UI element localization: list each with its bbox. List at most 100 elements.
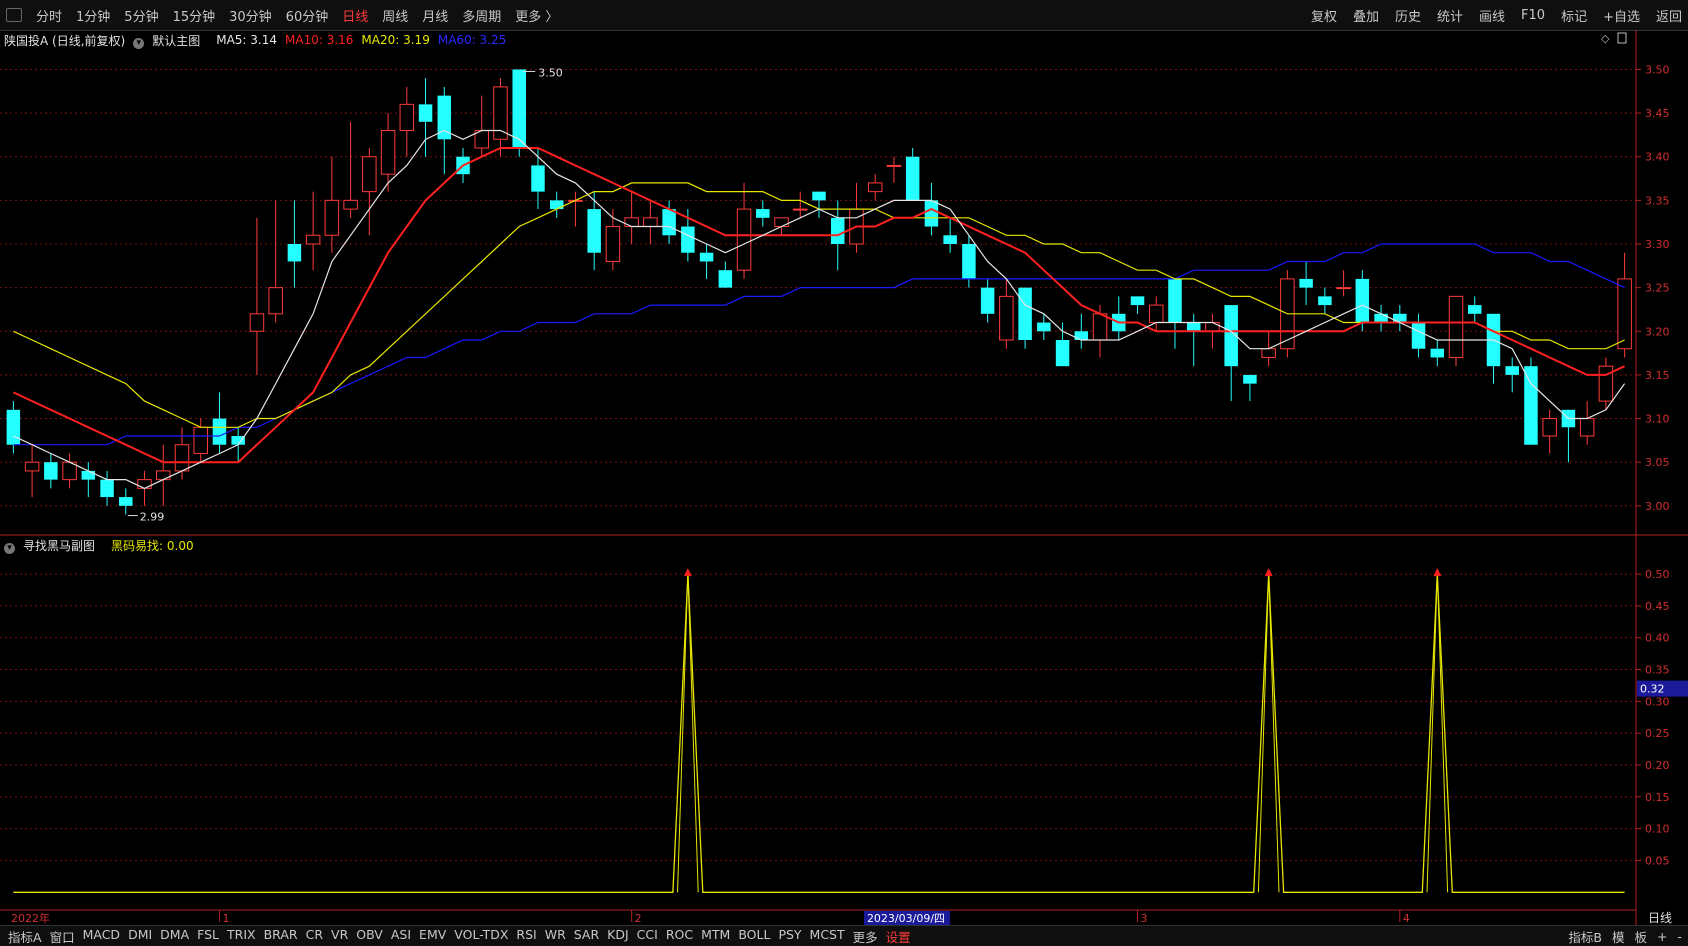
candle-body-down bbox=[1299, 278, 1313, 288]
candle-body-down bbox=[1411, 322, 1426, 349]
indicator-tab[interactable]: OBV bbox=[356, 927, 383, 946]
indicator-tab[interactable]: MACD bbox=[83, 927, 120, 946]
candle-body-up bbox=[305, 234, 321, 245]
indicator-tab[interactable]: TRIX bbox=[227, 927, 256, 946]
candle-body-up bbox=[380, 130, 396, 175]
indicator-tick-label: 0.20 bbox=[1645, 759, 1670, 772]
indicator-tab[interactable]: CCI bbox=[637, 927, 658, 946]
candle-body-down bbox=[1168, 278, 1182, 323]
indicator-tab[interactable]: BOLL bbox=[738, 927, 770, 946]
candle-body-down bbox=[1468, 305, 1482, 314]
date-tick-label: 3 bbox=[1141, 912, 1148, 925]
period-label: 日线 bbox=[1648, 911, 1672, 925]
main-grid bbox=[0, 68, 1688, 536]
ma20-line bbox=[13, 182, 1625, 428]
candle-body-down bbox=[1243, 374, 1257, 384]
bottom-right-button[interactable]: 板 bbox=[1634, 927, 1647, 946]
price-tick-label: 3.30 bbox=[1645, 238, 1670, 251]
candle-body-up bbox=[999, 295, 1014, 341]
price-tick-label: 3.10 bbox=[1645, 413, 1670, 426]
indicator-tab[interactable]: WR bbox=[545, 927, 566, 946]
candle-body-down bbox=[718, 270, 733, 288]
high-price-label: 3.50 bbox=[538, 66, 563, 79]
bottom-right-button[interactable]: 模 bbox=[1612, 927, 1625, 946]
indicator-tick-label: 0.50 bbox=[1645, 568, 1670, 581]
candle-body-up bbox=[1148, 304, 1164, 324]
candle-body-down bbox=[681, 226, 695, 253]
window-icon[interactable] bbox=[1617, 32, 1627, 44]
candle-body-up bbox=[1092, 313, 1108, 341]
kline-chart[interactable]: 3.50 3.45 3.40 3.35 3.30 3.25 3.20 3.15 3.10 3.05… bbox=[0, 0, 1688, 925]
diamond-icon[interactable]: ◇ bbox=[1601, 32, 1610, 45]
candle-body-down bbox=[1055, 340, 1070, 367]
candle-body-down bbox=[119, 497, 133, 506]
candle-body-down bbox=[699, 252, 714, 262]
indicator-tick-label: 0.30 bbox=[1645, 695, 1670, 708]
bottom-right-button[interactable]: + bbox=[1657, 929, 1667, 944]
indicator-tab[interactable]: VOL-TDX bbox=[454, 927, 508, 946]
indicator-tab[interactable]: CR bbox=[306, 927, 323, 946]
price-tick-label: 3.00 bbox=[1645, 500, 1670, 513]
indicator-tab[interactable]: VR bbox=[331, 927, 348, 946]
candle-body-up bbox=[886, 164, 902, 167]
indicator-tick-label: 0.05 bbox=[1645, 854, 1670, 867]
indicator-tab[interactable]: FSL bbox=[197, 927, 219, 946]
candle-body-up bbox=[174, 444, 190, 472]
indicator-tab[interactable]: ROC bbox=[666, 927, 693, 946]
signal-arrow bbox=[1433, 568, 1442, 577]
candle-body-up bbox=[493, 86, 508, 140]
candle-body-up bbox=[605, 226, 621, 262]
ma5-line bbox=[13, 129, 1626, 490]
indicator-tab[interactable]: SAR bbox=[574, 927, 599, 946]
ma-lines bbox=[12, 129, 1626, 490]
candle-body-up bbox=[1598, 365, 1614, 402]
candle-body-down bbox=[6, 409, 21, 445]
candle-body-down bbox=[924, 200, 939, 227]
bottom-right-button[interactable]: 指标B bbox=[1568, 927, 1602, 946]
indicator-tab[interactable]: KDJ bbox=[607, 927, 629, 946]
indicator-tab[interactable]: DMA bbox=[160, 927, 189, 946]
candle-body-down bbox=[531, 165, 545, 192]
indicator-tab[interactable]: 指标A bbox=[8, 927, 42, 946]
candle-body-down bbox=[980, 287, 995, 314]
candle-body-up bbox=[643, 217, 658, 228]
indicator-tick-label: 0.25 bbox=[1645, 727, 1670, 740]
indicator-tick-label: 0.45 bbox=[1645, 600, 1670, 613]
indicator-lines bbox=[13, 568, 1625, 893]
candle-body-down bbox=[943, 235, 957, 244]
indicator-tab[interactable]: EMV bbox=[419, 927, 446, 946]
candle-body-up bbox=[1205, 322, 1220, 332]
candle-body-down bbox=[1374, 313, 1388, 323]
indicator-tab[interactable]: MTM bbox=[701, 927, 730, 946]
candle-body-down bbox=[830, 217, 845, 244]
candle-body-up bbox=[249, 313, 265, 332]
candle-body-up bbox=[1542, 418, 1557, 437]
signal-arrow bbox=[683, 568, 692, 577]
indicator-tab[interactable]: PSY bbox=[778, 927, 801, 946]
candle-body-down bbox=[212, 418, 227, 445]
candle-body-down bbox=[1037, 322, 1051, 332]
candles bbox=[6, 69, 1632, 515]
signal-arrow bbox=[1264, 568, 1273, 577]
indicator-tab[interactable]: RSI bbox=[516, 927, 536, 946]
candle-body-up bbox=[624, 217, 639, 228]
indicator-tab[interactable]: MCST bbox=[810, 927, 845, 946]
date-tick-label: 4 bbox=[1403, 912, 1410, 925]
indicator-tab[interactable]: 设置 bbox=[886, 927, 911, 946]
indicator-tab[interactable]: ASI bbox=[391, 927, 411, 946]
candle-body-down bbox=[1505, 366, 1519, 375]
candle-body-down bbox=[1430, 348, 1445, 358]
price-tick-label: 3.15 bbox=[1645, 369, 1670, 382]
indicator-tab[interactable]: 窗口 bbox=[50, 927, 75, 946]
candle-body-down bbox=[44, 462, 58, 480]
bottom-right-button[interactable]: - bbox=[1677, 929, 1682, 944]
indicator-tick-label: 0.35 bbox=[1645, 664, 1670, 677]
candle-body-up bbox=[137, 479, 152, 489]
candle-body-up bbox=[1617, 278, 1632, 350]
candle-body-up bbox=[193, 426, 208, 454]
candle-body-down bbox=[1355, 278, 1370, 323]
candle-body-down bbox=[662, 209, 676, 236]
indicator-tab[interactable]: BRAR bbox=[264, 927, 298, 946]
indicator-tab[interactable]: 更多 bbox=[853, 927, 878, 946]
indicator-tab[interactable]: DMI bbox=[128, 927, 152, 946]
